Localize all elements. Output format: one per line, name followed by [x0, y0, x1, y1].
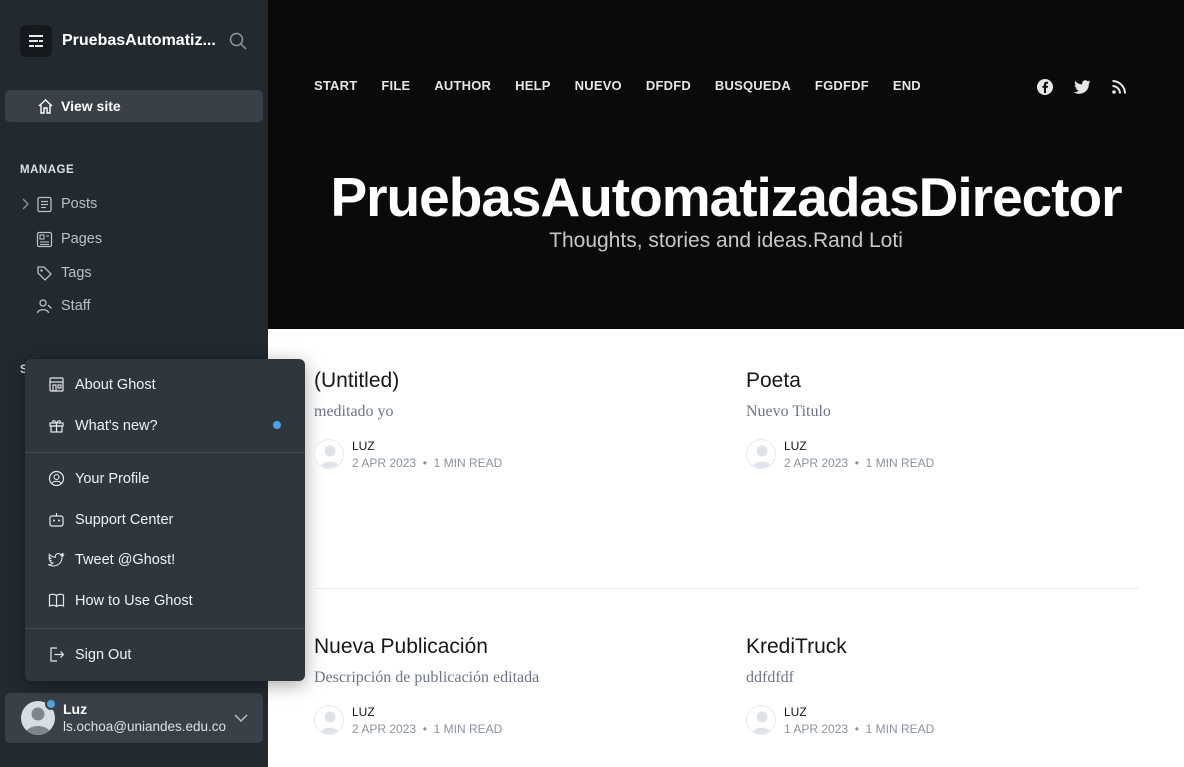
menu-item-label: Your Profile — [75, 470, 150, 487]
new-indicator-dot — [273, 421, 281, 429]
social-links — [1036, 78, 1147, 96]
post-excerpt: ddfdfdf — [746, 669, 794, 686]
post-author[interactable]: LUZ — [784, 439, 807, 453]
nav-link-file[interactable]: FILE — [381, 78, 410, 93]
nav-link-fgdfdf[interactable]: FGDFDF — [815, 78, 869, 93]
author-avatar[interactable] — [746, 439, 776, 469]
post-author[interactable]: LUZ — [784, 705, 807, 719]
sidebar-item-tags[interactable]: Tags — [36, 263, 92, 283]
home-icon — [37, 98, 54, 115]
view-site-label: View site — [61, 98, 121, 114]
menu-item-your-profile[interactable]: Your Profile — [48, 470, 149, 487]
support-robot-icon — [49, 513, 64, 527]
post-meta: LUZ 2 APR 2023 • 1 MIN READ — [314, 705, 704, 737]
twitter-icon[interactable] — [1073, 78, 1091, 96]
sidebar-item-label: Staff — [61, 298, 91, 314]
pages-icon — [36, 231, 53, 247]
staff-icon — [36, 298, 52, 313]
sidebar-item-label: Pages — [61, 231, 103, 247]
user-account-button[interactable]: Luz ls.ochoa@uniandes.edu.co — [5, 693, 263, 743]
menu-item-label: Sign Out — [75, 646, 132, 663]
author-avatar[interactable] — [746, 705, 776, 735]
site-header: START FILE AUTHOR HELP NUEVO DFDFD BUSQU… — [268, 0, 1184, 329]
twitter-icon — [48, 552, 65, 567]
post-meta: LUZ 1 APR 2023 • 1 MIN READ — [746, 705, 1136, 737]
nav-link-end[interactable]: END — [893, 78, 921, 93]
post-date-readtime: 2 APR 2023 • 1 MIN READ — [352, 722, 503, 736]
post-date-readtime: 2 APR 2023 • 1 MIN READ — [784, 456, 935, 470]
nav-link-help[interactable]: HELP — [515, 78, 550, 93]
post-card[interactable]: KrediTruck ddfdfdf LUZ 1 APR 2023 • 1 MI… — [746, 635, 1136, 737]
view-site-button[interactable]: View site — [5, 90, 263, 122]
author-avatar[interactable] — [314, 439, 344, 469]
menu-item-label: Support Center — [75, 511, 174, 528]
menu-item-sign-out[interactable]: Sign Out — [48, 646, 131, 663]
post-title[interactable]: KrediTruck — [746, 635, 1136, 659]
nav-link-dfdfd[interactable]: DFDFD — [646, 78, 691, 93]
menu-item-tweet-ghost[interactable]: Tweet @Ghost! — [48, 551, 175, 568]
post-date-readtime: 1 APR 2023 • 1 MIN READ — [784, 722, 935, 736]
menu-item-whats-new[interactable]: What's new? — [48, 417, 158, 434]
sidebar-item-label: Posts — [61, 196, 98, 212]
post-divider — [314, 588, 1138, 589]
post-author[interactable]: LUZ — [352, 439, 375, 453]
post-meta: LUZ 2 APR 2023 • 1 MIN READ — [314, 439, 704, 471]
facebook-icon[interactable] — [1036, 78, 1054, 96]
search-icon[interactable] — [228, 31, 248, 51]
nav-link-busqueda[interactable]: BUSQUEDA — [715, 78, 791, 93]
post-author[interactable]: LUZ — [352, 705, 375, 719]
sidebar-item-label: Tags — [61, 265, 92, 281]
book-icon — [48, 593, 65, 608]
menu-item-label: What's new? — [75, 417, 158, 434]
tag-icon — [37, 265, 52, 281]
author-avatar[interactable] — [314, 705, 344, 735]
site-title: PruebasAutomatizadasDirector — [330, 166, 1122, 228]
user-dropdown-menu: About Ghost What's new? Your Profile Sup… — [25, 359, 305, 681]
sidebar-item-posts[interactable]: Posts — [36, 194, 97, 214]
brand-title: PruebasAutomatiz... — [62, 32, 216, 49]
menu-divider — [25, 452, 305, 453]
menu-item-label: How to Use Ghost — [75, 592, 193, 609]
post-card[interactable]: Poeta Nuevo Titulo LUZ 2 APR 2023 • 1 MI… — [746, 369, 1136, 471]
ghost-logo-icon — [20, 25, 52, 57]
posts-icon — [37, 196, 52, 212]
chevron-right-icon[interactable] — [20, 197, 30, 211]
menu-item-about-ghost[interactable]: About Ghost — [48, 376, 156, 393]
user-circle-icon — [48, 470, 65, 487]
menu-item-how-to-use[interactable]: How to Use Ghost — [48, 592, 193, 609]
gift-icon — [49, 420, 64, 433]
brand[interactable]: PruebasAutomatiz... — [20, 25, 216, 57]
notification-dot — [45, 698, 57, 710]
post-meta: LUZ 2 APR 2023 • 1 MIN READ — [746, 439, 1136, 471]
site-description: Thoughts, stories and ideas.Rand Loti — [549, 229, 903, 252]
post-excerpt: meditado yo — [314, 403, 394, 420]
menu-item-label: About Ghost — [75, 376, 156, 393]
post-date-readtime: 2 APR 2023 • 1 MIN READ — [352, 456, 503, 470]
nav-link-start[interactable]: START — [314, 78, 357, 93]
chevron-down-icon[interactable] — [233, 710, 249, 726]
manage-section-label: MANAGE — [20, 164, 75, 176]
post-title[interactable]: Poeta — [746, 369, 1136, 393]
menu-divider — [25, 628, 305, 629]
post-title[interactable]: (Untitled) — [314, 369, 704, 393]
sign-out-icon — [50, 647, 65, 662]
post-excerpt: Nuevo Titulo — [746, 403, 831, 420]
nav-link-nuevo[interactable]: NUEVO — [575, 78, 622, 93]
post-excerpt: Descripción de publicación editada — [314, 669, 540, 686]
post-card[interactable]: (Untitled) meditado yo LUZ 2 APR 2023 • … — [314, 369, 704, 471]
user-email: ls.ochoa@uniandes.edu.co — [63, 719, 227, 734]
post-title[interactable]: Nueva Publicación — [314, 635, 704, 659]
site-navigation: START FILE AUTHOR HELP NUEVO DFDFD BUSQU… — [314, 78, 945, 93]
nav-link-author[interactable]: AUTHOR — [434, 78, 491, 93]
storefront-icon — [49, 377, 64, 392]
user-name: Luz — [63, 701, 88, 717]
menu-item-support-center[interactable]: Support Center — [48, 511, 173, 528]
post-card[interactable]: Nueva Publicación Descripción de publica… — [314, 635, 704, 737]
menu-item-label: Tweet @Ghost! — [75, 551, 176, 568]
sidebar-item-pages[interactable]: Pages — [36, 229, 102, 249]
sidebar-item-staff[interactable]: Staff — [36, 296, 91, 316]
rss-icon[interactable] — [1110, 78, 1128, 96]
